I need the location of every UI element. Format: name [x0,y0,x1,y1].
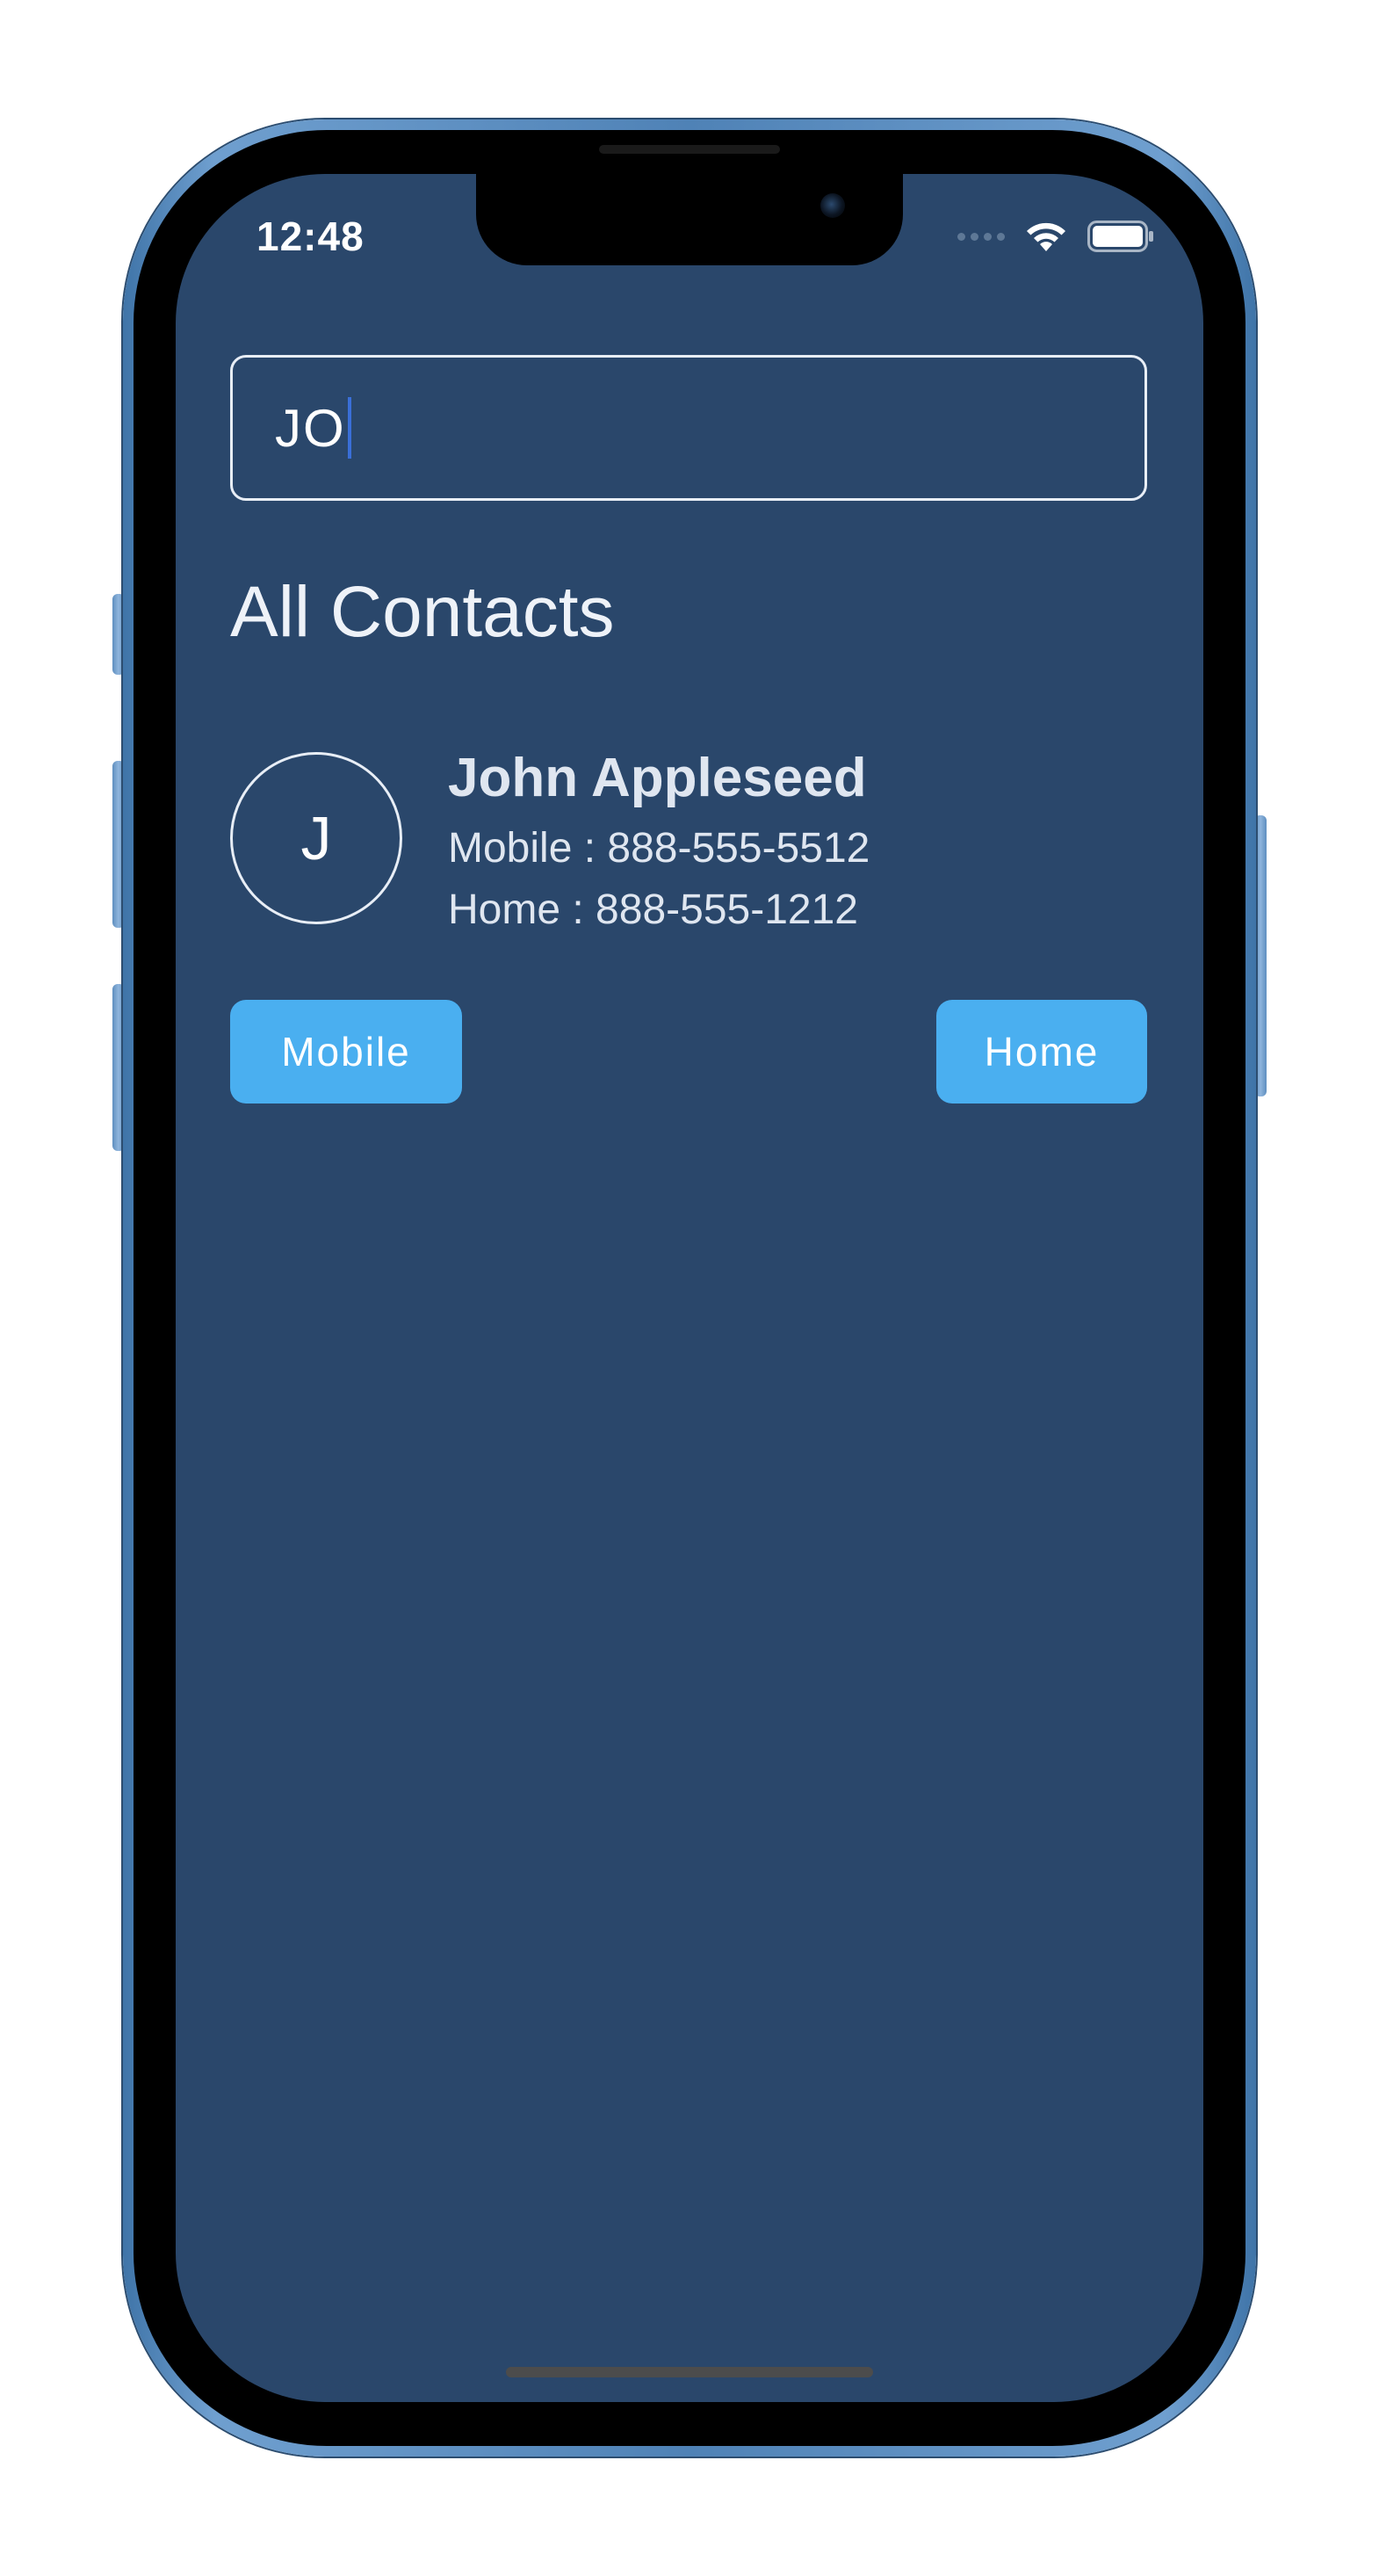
status-icons [957,220,1154,253]
front-camera [820,193,845,218]
home-indicator[interactable] [506,2367,873,2377]
wifi-icon [1027,222,1065,251]
notch [476,174,903,265]
battery-icon [1087,221,1153,252]
avatar: J [230,752,402,924]
app-screen: 12:48 JO All Contacts J John Appleseed M… [176,174,1203,2402]
text-caret [347,397,351,459]
home-button[interactable]: Home [936,1000,1147,1103]
search-input-value[interactable]: JO [275,398,346,459]
status-time: 12:48 [256,213,365,259]
power-button [1254,815,1267,1096]
mobile-button[interactable]: Mobile [230,1000,462,1103]
device-stage: 12:48 JO All Contacts J John Appleseed M… [0,0,1379,2576]
contact-mobile-number: Mobile : 888-555-5512 [448,825,870,872]
contact-home-number: Home : 888-555-1212 [448,886,858,933]
page-title: All Contacts [230,572,615,652]
contact-name: John Appleseed [448,748,867,808]
earpiece-speaker [599,145,780,154]
search-input[interactable]: JO [230,355,1147,501]
signal-icon [957,232,1005,241]
contact-list-item[interactable]: J John Appleseed Mobile : 888-555-5512 H… [230,748,1147,933]
